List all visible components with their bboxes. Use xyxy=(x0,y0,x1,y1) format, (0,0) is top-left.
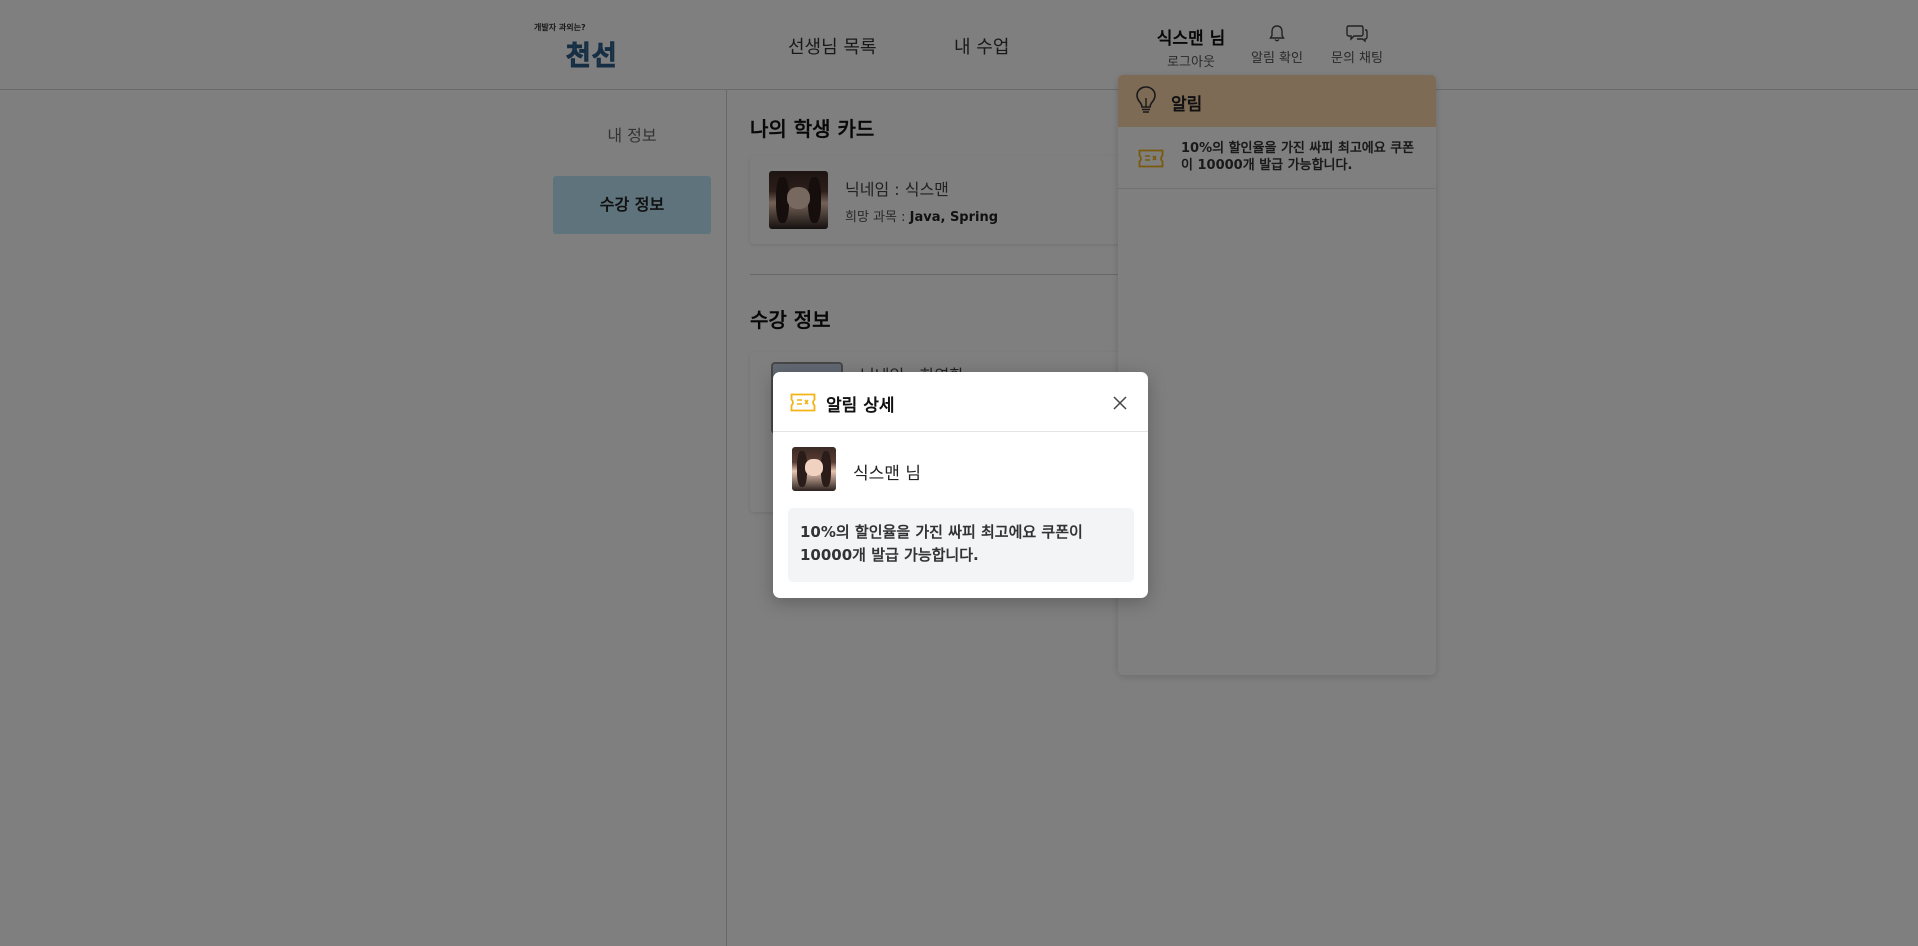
modal-user-row: 식스맨 님 xyxy=(773,432,1148,500)
modal-title: 알림 상세 xyxy=(826,396,895,416)
close-icon[interactable] xyxy=(1111,394,1129,412)
modal-header: 알림 상세 xyxy=(773,372,1148,432)
modal-message: 10%의 할인율을 가진 싸피 최고에요 쿠폰이 10000개 발급 가능합니다… xyxy=(788,508,1134,582)
notification-detail-modal: 알림 상세 식스맨 님 10%의 할인율을 가진 싸피 최고에요 쿠폰이 100… xyxy=(773,372,1148,598)
avatar xyxy=(792,447,836,491)
modal-user-name: 식스맨 님 xyxy=(853,464,921,484)
ticket-icon xyxy=(790,393,816,412)
